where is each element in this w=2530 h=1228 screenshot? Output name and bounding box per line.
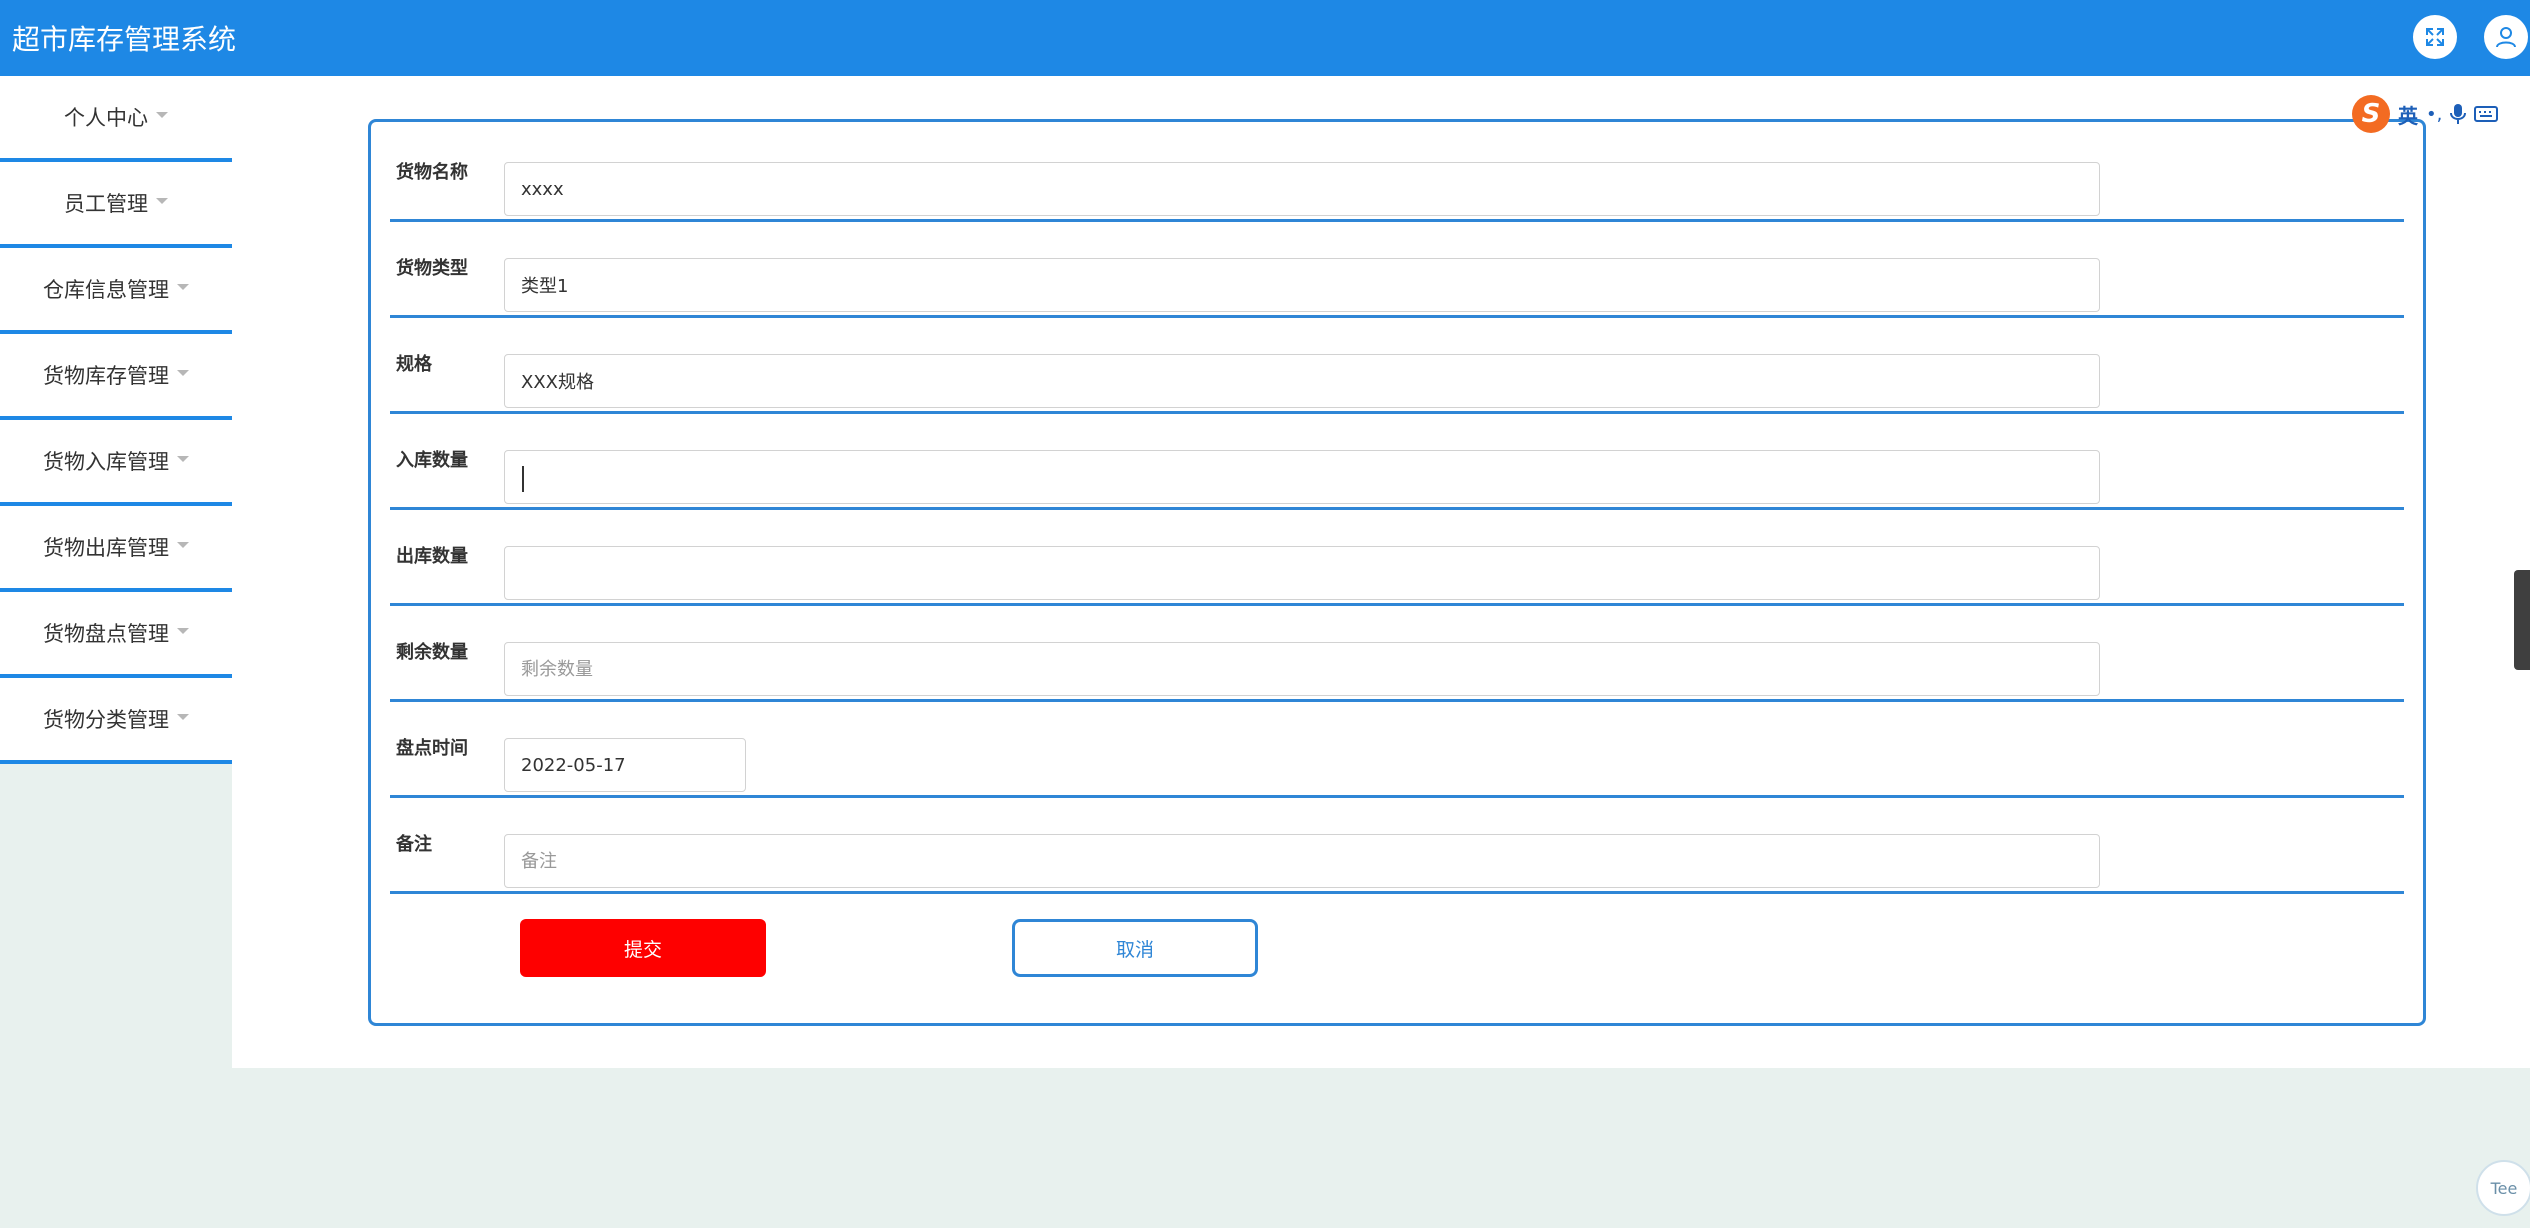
- ime-toolbar[interactable]: S 英 •,: [2352, 92, 2530, 136]
- caret-down-icon: [177, 628, 189, 634]
- caret-down-icon: [177, 542, 189, 548]
- fullscreen-icon: [2426, 28, 2444, 46]
- form-row-remaining-qty: 剩余数量: [390, 606, 2404, 702]
- sidebar-item-label: 货物库存管理: [43, 364, 169, 388]
- sidebar-item-label: 货物盘点管理: [43, 622, 169, 646]
- submit-button[interactable]: 提交: [520, 919, 766, 977]
- sidebar-item-label: 员工管理: [64, 192, 148, 216]
- field-label: 出库数量: [396, 546, 468, 567]
- field-label: 剩余数量: [396, 642, 468, 663]
- stock-in-qty-input[interactable]: [504, 450, 2100, 504]
- caret-down-icon: [156, 198, 168, 204]
- remaining-qty-input[interactable]: [504, 642, 2100, 696]
- sidebar-item-staff[interactable]: 员工管理: [0, 162, 232, 248]
- sidebar-item-category[interactable]: 货物分类管理: [0, 678, 232, 764]
- stocktaking-date-input[interactable]: [504, 738, 746, 792]
- field-label: 规格: [396, 354, 432, 375]
- user-icon: [2496, 27, 2516, 48]
- fullscreen-button[interactable]: [2413, 15, 2457, 59]
- sidebar: 个人中心 员工管理 仓库信息管理 货物库存管理 货物入库管理 货物出库管理 货物…: [0, 76, 232, 764]
- caret-down-icon: [177, 284, 189, 290]
- floating-widget[interactable]: Tee: [2476, 1160, 2530, 1216]
- form-row-goods-name: 货物名称: [390, 126, 2404, 222]
- spec-input[interactable]: [504, 354, 2100, 408]
- field-label: 入库数量: [396, 450, 468, 471]
- sidebar-item-stock-out[interactable]: 货物出库管理: [0, 506, 232, 592]
- caret-down-icon: [177, 456, 189, 462]
- floating-widget-label: Tee: [2490, 1178, 2518, 1198]
- sidebar-item-label: 仓库信息管理: [43, 278, 169, 302]
- ime-mode-toggle[interactable]: 英: [2398, 100, 2418, 129]
- app-title: 超市库存管理系统: [12, 23, 237, 56]
- sidebar-item-inventory[interactable]: 货物库存管理: [0, 334, 232, 420]
- sidebar-item-stocktaking[interactable]: 货物盘点管理: [0, 592, 232, 678]
- microphone-icon[interactable]: [2450, 103, 2467, 125]
- field-label: 货物名称: [396, 162, 468, 183]
- cancel-button[interactable]: 取消: [1012, 919, 1258, 977]
- form-row-stock-out-qty: 出库数量: [390, 510, 2404, 606]
- caret-down-icon: [156, 112, 168, 118]
- sidebar-item-label: 个人中心: [64, 106, 148, 130]
- goods-type-input[interactable]: [504, 258, 2100, 312]
- form-row-goods-type: 货物类型: [390, 222, 2404, 318]
- sogou-logo-icon: S: [2352, 95, 2390, 133]
- top-header: 超市库存管理系统: [0, 0, 2530, 76]
- field-label: 盘点时间: [396, 738, 468, 759]
- side-scroll-tab[interactable]: [2514, 570, 2530, 670]
- user-button[interactable]: [2484, 15, 2528, 59]
- remarks-input[interactable]: [504, 834, 2100, 888]
- caret-down-icon: [177, 714, 189, 720]
- stock-out-qty-input[interactable]: [504, 546, 2100, 600]
- form-row-remarks: 备注: [390, 798, 2404, 894]
- punctuation-icon[interactable]: •,: [2426, 104, 2442, 125]
- form-row-stocktaking-time: 盘点时间: [390, 702, 2404, 798]
- sidebar-item-label: 货物入库管理: [43, 450, 169, 474]
- sidebar-item-warehouse[interactable]: 仓库信息管理: [0, 248, 232, 334]
- sidebar-item-personal-center[interactable]: 个人中心: [0, 76, 232, 162]
- field-label: 备注: [396, 834, 432, 855]
- text-cursor: [522, 466, 524, 492]
- keyboard-icon[interactable]: [2474, 105, 2499, 123]
- field-label: 货物类型: [396, 258, 468, 279]
- caret-down-icon: [177, 370, 189, 376]
- sidebar-item-label: 货物分类管理: [43, 708, 169, 732]
- goods-name-input[interactable]: [504, 162, 2100, 216]
- sidebar-item-label: 货物出库管理: [43, 536, 169, 560]
- sidebar-item-stock-in[interactable]: 货物入库管理: [0, 420, 232, 506]
- form-row-stock-in-qty: 入库数量: [390, 414, 2404, 510]
- form-row-spec: 规格: [390, 318, 2404, 414]
